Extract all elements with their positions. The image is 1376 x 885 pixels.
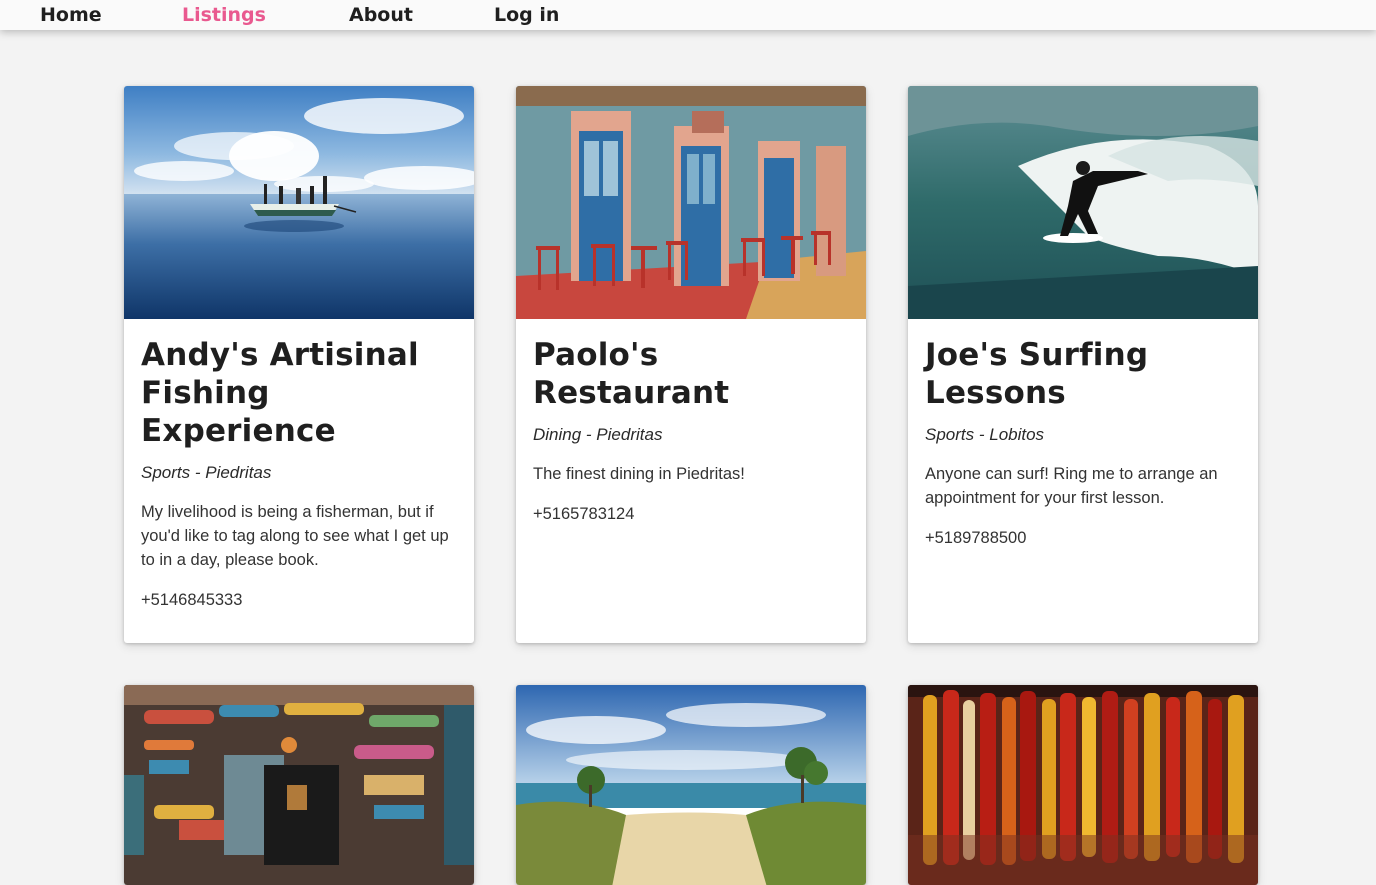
nav-login-link[interactable]: Log in	[494, 3, 559, 27]
listing-phone: +5165783124	[533, 505, 635, 523]
listing-card[interactable]	[124, 685, 474, 885]
listing-card[interactable]	[516, 685, 866, 885]
listing-card[interactable]	[908, 685, 1258, 885]
nav-listings-link[interactable]: Listings	[182, 3, 266, 27]
listing-phone: +5189788500	[925, 529, 1027, 547]
listing-category: Sports - Piedritas	[141, 463, 272, 482]
listing-description: Anyone can surf! Ring me to arrange an a…	[925, 465, 1218, 507]
listing-description: My livelihood is being a fisherman, but …	[141, 503, 449, 569]
listing-title: Paolo's Restaurant	[533, 337, 730, 411]
surf-shack-photo	[124, 685, 474, 885]
listing-card[interactable]: Joe's Surfing Lessons Sports - Lobitos A…	[908, 86, 1258, 643]
nav-home-link[interactable]: Home	[40, 3, 102, 27]
listing-category: Sports - Lobitos	[925, 425, 1045, 444]
listing-description: The finest dining in Piedritas!	[533, 465, 745, 483]
beach-dunes-photo	[516, 685, 866, 885]
restaurant-facade-photo	[516, 86, 866, 319]
listing-title: Joe's Surfing Lessons	[925, 337, 1149, 411]
listing-phone: +5146845333	[141, 591, 243, 609]
nav-about-link[interactable]: About	[349, 3, 413, 27]
surfer-photo	[908, 86, 1258, 319]
listing-title: Andy's Artisinal Fishing Experience	[141, 337, 419, 449]
listing-category: Dining - Piedritas	[533, 425, 663, 444]
listing-card[interactable]: Paolo's Restaurant Dining - Piedritas Th…	[516, 86, 866, 643]
top-navbar: Home Listings About Log in	[0, 0, 1376, 30]
listing-card[interactable]: Andy's Artisinal Fishing Experience Spor…	[124, 86, 474, 643]
fishing-boat-photo	[124, 86, 474, 319]
chili-market-photo	[908, 685, 1258, 885]
